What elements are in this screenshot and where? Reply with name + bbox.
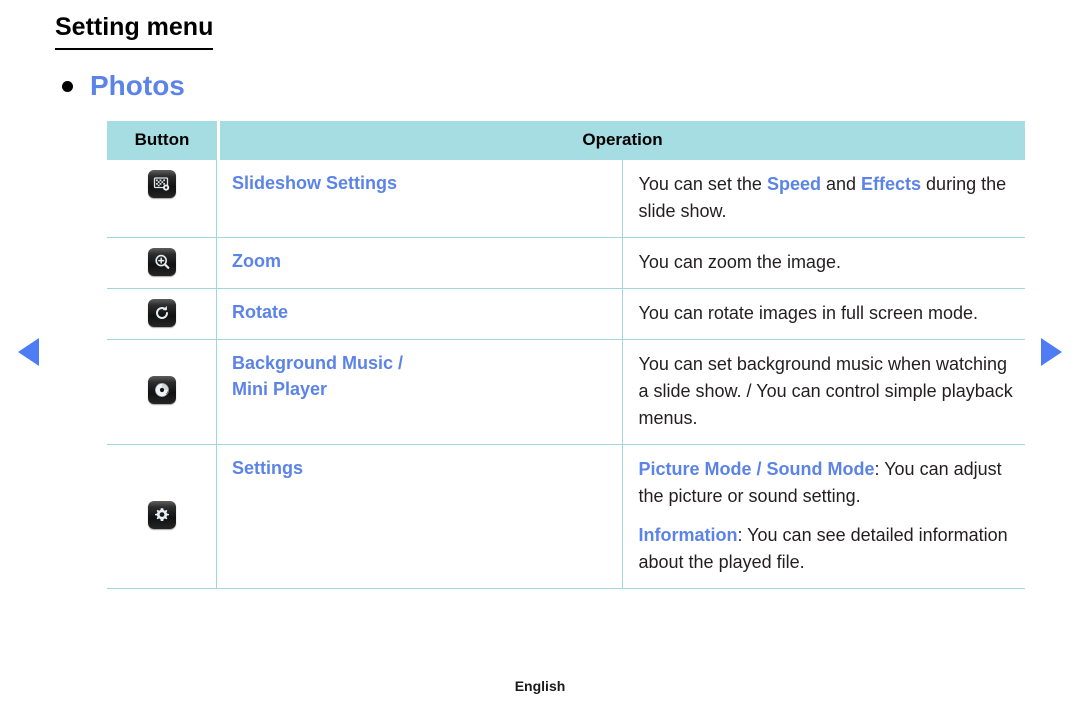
slideshow-settings-icon[interactable]: [147, 170, 176, 198]
operation-text: and: [820, 174, 862, 194]
row-operation-cell: You can rotate images in full screen mod…: [622, 289, 1025, 340]
row-name-cell: Rotate: [220, 289, 623, 340]
row-operation-cell: You can zoom the image.: [622, 238, 1025, 289]
page-title: Setting menu: [55, 13, 214, 50]
row-icon-cell: [107, 238, 217, 289]
previous-page-arrow[interactable]: [18, 338, 39, 366]
operation-paragraph: Picture Mode / Sound Mode: You can adjus…: [639, 456, 1018, 510]
row-operation-cell: You can set background music when watchi…: [622, 340, 1025, 445]
row-name-line-1: Background Music /: [232, 353, 404, 373]
column-header-button: Button: [107, 121, 217, 160]
row-name-cell: Slideshow Settings: [220, 160, 623, 238]
zoom-in-icon[interactable]: [147, 248, 176, 276]
rotate-icon[interactable]: [147, 299, 176, 327]
disc-music-icon[interactable]: [147, 376, 176, 404]
row-name-cell: Background Music / Mini Player: [220, 340, 623, 445]
operation-paragraph: You can rotate images in full screen mod…: [638, 303, 979, 323]
column-header-operation: Operation: [220, 121, 1025, 160]
table-row: Rotate You can rotate images in full scr…: [107, 289, 1025, 340]
section-heading: Photos: [62, 72, 185, 100]
operation-paragraph: You can set background music when watchi…: [638, 354, 1013, 428]
footer-language-label: English: [514, 678, 566, 694]
next-page-arrow[interactable]: [1041, 338, 1062, 366]
table-head: Button Operation: [107, 121, 1025, 160]
table-row: Background Music / Mini Player You can s…: [107, 340, 1025, 445]
section-heading-label: Photos: [90, 70, 185, 101]
operation-paragraph: You can set the Speed and Effects during…: [639, 171, 1018, 225]
bullet-icon: [62, 80, 73, 92]
table-row: Settings Picture Mode / Sound Mode: You …: [107, 445, 1025, 589]
operation-paragraph: Information: You can see detailed inform…: [639, 522, 1018, 576]
row-operation-cell: Picture Mode / Sound Mode: You can adjus…: [622, 445, 1025, 589]
operation-text: You can set the: [638, 174, 767, 194]
highlight-speed: Speed: [766, 174, 821, 194]
row-name-cell: Settings: [220, 445, 623, 589]
row-name-line-2: Mini Player: [232, 378, 328, 399]
table-row: Slideshow Settings You can set the Speed…: [107, 160, 1025, 238]
row-icon-cell: [107, 160, 217, 238]
row-icon-cell: [107, 445, 217, 589]
highlight-information: Information: [638, 525, 738, 545]
row-name-cell: Zoom: [220, 238, 623, 289]
table-body: Slideshow Settings You can set the Speed…: [107, 160, 1025, 589]
row-icon-cell: [107, 289, 217, 340]
row-operation-cell: You can set the Speed and Effects during…: [622, 160, 1025, 238]
gear-icon[interactable]: [147, 500, 176, 529]
highlight-effects: Effects: [861, 174, 922, 194]
operation-paragraph: You can zoom the image.: [638, 252, 841, 272]
table-row: Zoom You can zoom the image.: [107, 238, 1025, 289]
table-header-row: Button Operation: [107, 121, 1025, 160]
highlight-picture-sound-mode: Picture Mode / Sound Mode: [638, 459, 875, 479]
row-icon-cell: [107, 340, 217, 445]
button-operation-table: Button Operation Slideshow Settings You …: [107, 121, 1025, 589]
